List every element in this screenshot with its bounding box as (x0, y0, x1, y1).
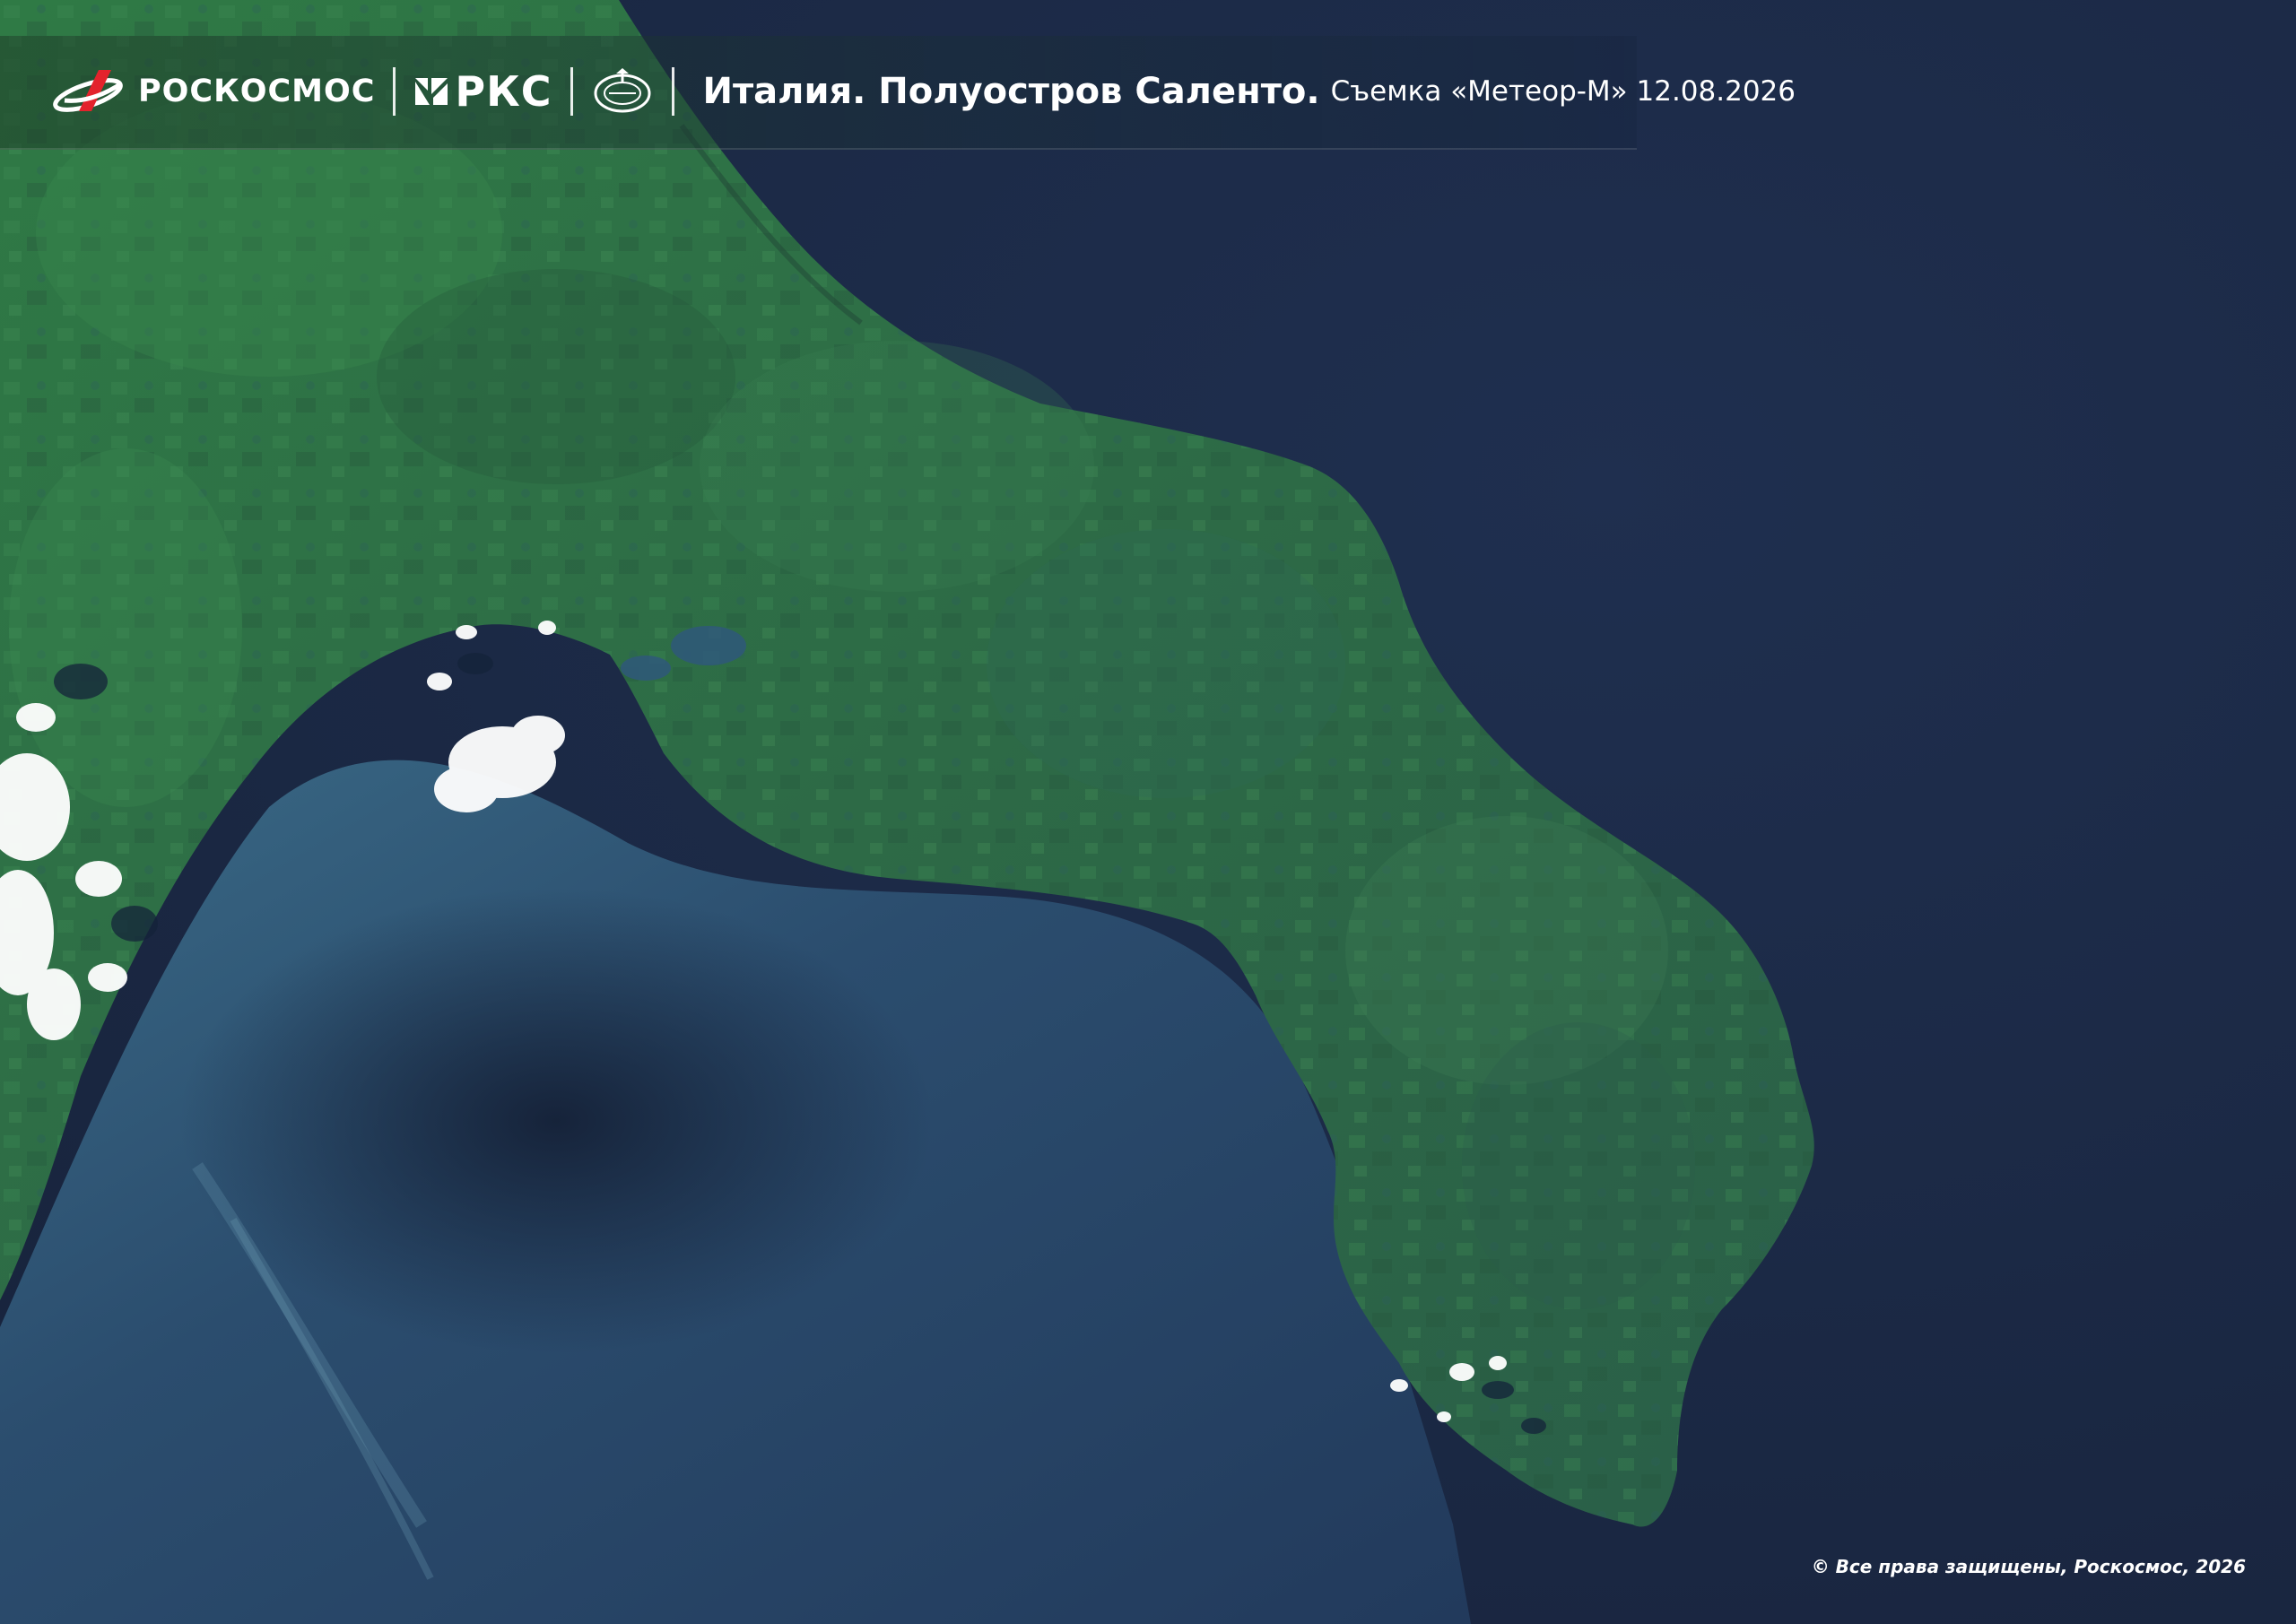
header-content: РОСКОСМОС РКС Италия. Полуостров Саленто… (47, 65, 1796, 118)
separator (393, 67, 396, 116)
rks-icon (415, 78, 448, 105)
image-subtitle: Съемка «Метеор-М» 12.08.2026 (1330, 75, 1796, 108)
roscosmos-rocket-icon (53, 70, 123, 112)
separator (671, 67, 674, 116)
roscosmos-brand: РОСКОСМОС (138, 74, 376, 109)
separator (570, 67, 573, 116)
nc-omz-emblem-icon (594, 68, 650, 113)
satellite-image (0, 0, 2296, 1624)
image-title: Италия. Полуостров Саленто. (702, 71, 1320, 112)
rks-brand: РКС (455, 67, 552, 116)
copyright-notice: © Все права защищены, Роскосмос, 2026 (1811, 1556, 2246, 1577)
